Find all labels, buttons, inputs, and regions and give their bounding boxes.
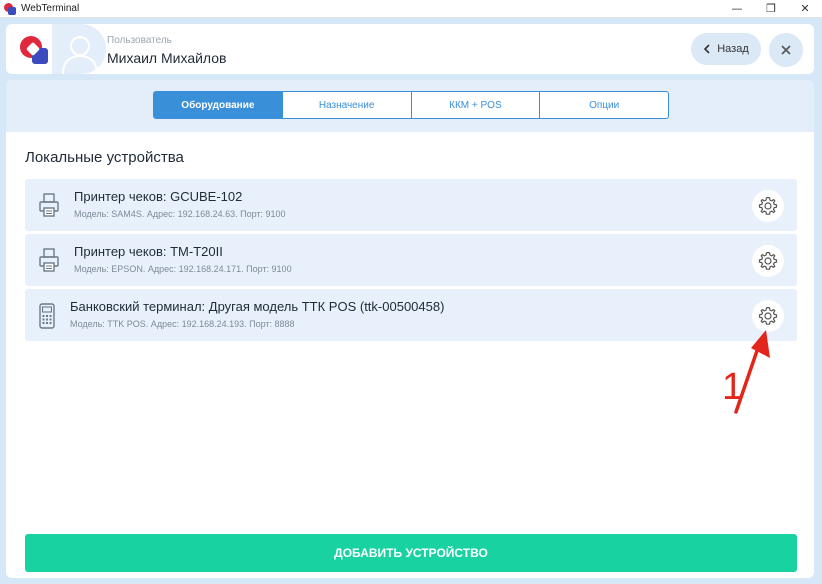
window-titlebar: WebTerminal — ❐ ✕	[0, 0, 822, 18]
annotation-number: 1	[722, 366, 744, 408]
payment-terminal-icon	[39, 303, 55, 329]
tab-options[interactable]: Опции	[540, 92, 668, 118]
brand-logo-icon	[20, 36, 50, 66]
device-item[interactable]: Банковский терминал: Другая модель ТТК P…	[25, 289, 797, 341]
user-label: Пользователь	[107, 35, 172, 46]
tab-assignment[interactable]: Назначение	[283, 92, 412, 118]
device-title: Принтер чеков: GCUBE-102	[74, 189, 243, 204]
device-details: Модель: EPSON. Адрес: 192.168.24.171. По…	[74, 264, 292, 274]
app-logo-icon	[4, 2, 16, 15]
tab-kkm-pos[interactable]: ККМ + POS	[412, 92, 541, 118]
device-item[interactable]: Принтер чеков: GCUBE-102 Модель: SAM4S. …	[25, 179, 797, 231]
printer-icon	[39, 193, 59, 217]
avatar	[52, 24, 106, 74]
back-button[interactable]: Назад	[691, 33, 761, 65]
gear-icon	[758, 196, 778, 215]
close-window-button[interactable]: ✕	[788, 0, 822, 18]
tab-bar: Оборудование Назначение ККМ + POS Опции	[153, 91, 669, 119]
tabs-strip: Оборудование Назначение ККМ + POS Опции	[6, 80, 814, 132]
device-item[interactable]: Принтер чеков: TM-T20II Модель: EPSON. А…	[25, 234, 797, 286]
window-title: WebTerminal	[21, 3, 80, 14]
tab-equipment[interactable]: Оборудование	[154, 92, 283, 118]
add-device-button[interactable]: ДОБАВИТЬ УСТРОЙСТВО	[25, 534, 797, 572]
user-header: Пользователь Михаил Михайлов Назад	[6, 24, 814, 74]
device-details: Модель: SAM4S. Адрес: 192.168.24.63. Пор…	[74, 209, 286, 219]
device-settings-button[interactable]	[752, 245, 784, 277]
user-name: Михаил Михайлов	[107, 50, 227, 66]
device-details: Модель: TTK POS. Адрес: 192.168.24.193. …	[70, 319, 295, 329]
gear-icon	[758, 306, 778, 325]
user-silhouette-icon	[62, 36, 98, 74]
gear-icon	[758, 251, 778, 270]
back-button-label: Назад	[717, 43, 749, 55]
close-button[interactable]	[769, 33, 803, 67]
close-icon	[781, 45, 791, 55]
section-title: Локальные устройства	[25, 149, 184, 166]
main-panel: Оборудование Назначение ККМ + POS Опции …	[6, 80, 814, 578]
device-settings-button[interactable]	[752, 190, 784, 222]
device-title: Принтер чеков: TM-T20II	[74, 244, 223, 259]
minimize-button[interactable]: —	[720, 0, 754, 18]
chevron-left-icon	[704, 44, 710, 54]
window-controls: — ❐ ✕	[720, 0, 822, 18]
printer-icon	[39, 248, 59, 272]
maximize-button[interactable]: ❐	[754, 0, 788, 18]
device-title: Банковский терминал: Другая модель ТТК P…	[70, 299, 445, 314]
